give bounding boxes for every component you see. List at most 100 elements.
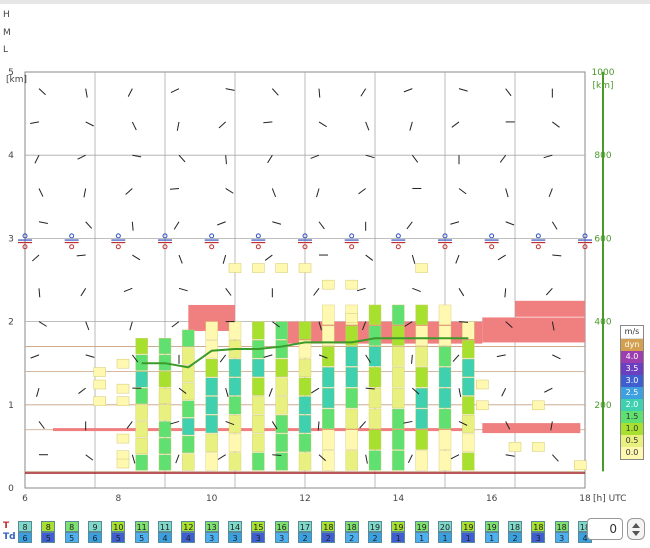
freezing-marker xyxy=(69,233,75,239)
updraft-cell xyxy=(135,338,148,355)
updraft-cell xyxy=(228,377,242,396)
dewpoint-cell: 3 xyxy=(554,532,569,543)
temperature-cell: 19 xyxy=(414,521,429,532)
y-tick-label: 3 xyxy=(8,234,14,244)
updraft-cell xyxy=(368,450,382,471)
updraft-cell xyxy=(392,450,405,471)
wind-barb xyxy=(263,354,273,358)
dewpoint-cell: 4 xyxy=(158,532,172,543)
updraft-cell xyxy=(298,433,312,452)
wind-barb xyxy=(458,388,462,398)
temperature-cell: 18 xyxy=(344,521,359,532)
wind-barb xyxy=(170,88,180,94)
updraft-cell xyxy=(135,387,148,405)
updraft-cell xyxy=(135,371,148,388)
updraft-cell xyxy=(322,408,335,429)
x-tick-label: 6 xyxy=(22,494,28,504)
wind-barb xyxy=(170,420,180,425)
wind-barb xyxy=(458,288,465,297)
cloud-cell xyxy=(116,433,130,444)
updraft-cell xyxy=(345,429,358,450)
hour-offset-stepper[interactable] xyxy=(627,518,645,540)
wind-barb xyxy=(403,88,413,93)
updraft-cell xyxy=(298,358,312,377)
wind-barb xyxy=(178,254,183,264)
wind-barb xyxy=(131,121,137,131)
wind-barb xyxy=(175,454,180,464)
cloud-block xyxy=(286,321,483,344)
wind-barb xyxy=(458,188,467,195)
updraft-cell xyxy=(368,408,382,429)
updraft-cell xyxy=(228,321,242,340)
updraft-cell xyxy=(438,304,452,325)
cloud-cell xyxy=(345,313,358,323)
y-tick-label: 1 xyxy=(8,401,14,411)
temperature-cell: 20 xyxy=(438,521,452,532)
updraft-cell xyxy=(438,450,452,471)
wind-barb xyxy=(85,321,90,331)
wind-barb xyxy=(264,254,273,261)
wind-barb xyxy=(318,121,327,128)
dewpoint-cell: 6 xyxy=(88,532,102,543)
updraft-cell xyxy=(205,452,218,471)
wind-barb xyxy=(359,421,367,429)
cloud-cell xyxy=(252,263,265,273)
updraft-cell xyxy=(182,418,195,436)
wind-barb xyxy=(271,88,279,96)
updraft-cell xyxy=(415,346,428,367)
freezing-marker xyxy=(115,244,121,250)
wind-barb xyxy=(225,155,227,165)
updraft-cell xyxy=(252,433,265,452)
temperature-cell: 11 xyxy=(158,521,172,532)
stepper-up-icon[interactable] xyxy=(632,523,640,528)
wind-barb xyxy=(225,88,235,91)
right-tick-label: 200 xyxy=(594,401,611,411)
dewpoint-cell: 2 xyxy=(344,532,359,543)
updraft-cell xyxy=(275,321,288,340)
updraft-cell xyxy=(135,454,148,471)
updraft-cell xyxy=(205,340,218,359)
wind-barb xyxy=(499,154,507,163)
wind-barb xyxy=(217,221,226,226)
x-tick-label: 8 xyxy=(115,494,121,504)
wind-barb xyxy=(176,121,180,131)
cloud-cell xyxy=(116,383,130,394)
y-tick-label: 0 xyxy=(8,484,14,494)
cloud-cell xyxy=(532,442,545,452)
wind-barb xyxy=(360,88,367,97)
updraft-cell xyxy=(368,346,382,367)
wind-barb xyxy=(78,387,86,394)
dewpoint-cell: 2 xyxy=(321,532,336,543)
updraft-cell xyxy=(392,304,405,325)
dewpoint-cell: 1 xyxy=(484,532,499,543)
wind-barb xyxy=(497,254,506,261)
wind-barb xyxy=(551,221,558,230)
updraft-cell xyxy=(368,367,382,388)
wind-barb xyxy=(458,88,468,92)
dewpoint-cell: 5 xyxy=(134,532,149,543)
updraft-cell xyxy=(275,415,288,434)
freezing-marker xyxy=(115,233,121,239)
hour-offset-input[interactable]: 0 xyxy=(587,518,623,540)
updraft-cell xyxy=(135,404,148,421)
updraft-cell xyxy=(415,304,428,325)
x-tick-label: 14 xyxy=(393,494,405,504)
right-tick-label: 600 xyxy=(594,234,611,244)
wind-barb xyxy=(123,287,133,293)
x-tick-label: 18 xyxy=(579,494,591,504)
wind-barb xyxy=(225,288,232,296)
wind-barb xyxy=(34,154,40,164)
updraft-cell xyxy=(252,358,265,377)
updraft-cell xyxy=(298,396,312,415)
cloud-cell xyxy=(116,358,130,369)
updraft-cell xyxy=(275,396,288,415)
wind-barb xyxy=(178,154,186,163)
stepper-down-icon[interactable] xyxy=(632,531,640,536)
wind-barb xyxy=(85,221,93,229)
wind-barb xyxy=(365,254,374,261)
updraft-cell xyxy=(322,429,335,450)
updraft-cell xyxy=(182,435,195,453)
cloud-block xyxy=(482,317,585,343)
freezing-marker xyxy=(255,244,261,250)
updraft-cell xyxy=(462,321,475,340)
